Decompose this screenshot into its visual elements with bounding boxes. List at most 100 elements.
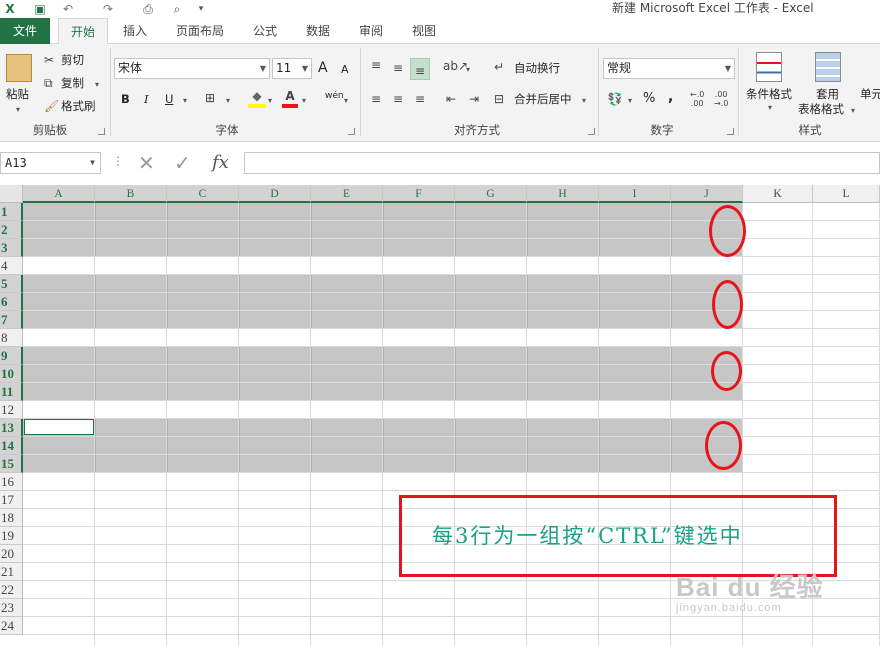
- row-header-1[interactable]: 1: [0, 203, 23, 221]
- underline-button[interactable]: U: [165, 91, 173, 107]
- tab-view[interactable]: 视图: [402, 18, 446, 44]
- column-header-d[interactable]: D: [239, 185, 311, 203]
- name-box[interactable]: A13 ▼: [0, 152, 101, 174]
- merge-center-button[interactable]: 合并后居中: [514, 91, 572, 107]
- scissors-icon[interactable]: ✂: [44, 52, 54, 68]
- paste-button[interactable]: 粘贴: [6, 86, 29, 102]
- font-size-combo[interactable]: 11 ▼: [272, 58, 312, 79]
- redo-icon[interactable]: ↷: [100, 0, 116, 18]
- row-header-24[interactable]: 24: [0, 617, 23, 635]
- tab-home[interactable]: 开始: [58, 18, 108, 45]
- chevron-down-icon[interactable]: ▼: [90, 153, 95, 173]
- format-painter-button[interactable]: 格式刷: [61, 98, 96, 114]
- format-painter-icon[interactable]: 🖌: [44, 98, 59, 114]
- row-header-4[interactable]: 4: [0, 257, 23, 275]
- column-header-a[interactable]: A: [23, 185, 95, 203]
- tab-page-layout[interactable]: 页面布局: [168, 18, 232, 44]
- row-header-19[interactable]: 19: [0, 527, 23, 545]
- font-name-combo[interactable]: 宋体 ▼: [114, 58, 270, 79]
- merge-dropdown-icon[interactable]: ▾: [582, 93, 586, 109]
- phonetic-dropdown-icon[interactable]: ▾: [344, 93, 348, 109]
- bold-button[interactable]: B: [121, 91, 130, 107]
- align-top-icon[interactable]: ≡: [367, 57, 385, 73]
- row-header-7[interactable]: 7: [0, 311, 23, 329]
- comma-button[interactable]: ,: [668, 89, 673, 105]
- align-right-icon[interactable]: ≡: [411, 91, 429, 107]
- increase-decimal-icon[interactable]: ←.0.00: [690, 90, 704, 108]
- copy-icon[interactable]: ⧉: [44, 75, 53, 91]
- fill-color-dropdown-icon[interactable]: ▾: [268, 93, 272, 109]
- tab-formulas[interactable]: 公式: [243, 18, 287, 44]
- phonetic-guide-button[interactable]: wén: [325, 88, 344, 104]
- active-cell[interactable]: [24, 419, 94, 435]
- tab-review[interactable]: 审阅: [349, 18, 393, 44]
- print-preview-icon[interactable]: ⎙: [140, 0, 156, 18]
- row-header-18[interactable]: 18: [0, 509, 23, 527]
- column-header-k[interactable]: K: [743, 185, 813, 203]
- tab-insert[interactable]: 插入: [114, 18, 156, 44]
- column-header-i[interactable]: I: [599, 185, 671, 203]
- align-middle-icon[interactable]: ≡: [389, 60, 407, 76]
- align-bottom-icon[interactable]: ≡: [410, 58, 430, 80]
- copy-button[interactable]: 复制: [61, 75, 84, 91]
- row-header-21[interactable]: 21: [0, 563, 23, 581]
- worksheet-grid[interactable]: 每3行为一组按“CTRL”键选中 Bai du 经验 jingyan.baidu…: [0, 185, 880, 646]
- clipboard-launcher-icon[interactable]: [98, 128, 105, 135]
- font-color-dropdown-icon[interactable]: ▾: [302, 93, 306, 109]
- tab-file[interactable]: 文件: [0, 18, 50, 44]
- align-center-icon[interactable]: ≡: [389, 91, 407, 107]
- accounting-dropdown-icon[interactable]: ▾: [628, 93, 632, 109]
- copy-dropdown-icon[interactable]: ▾: [95, 77, 99, 93]
- row-header-8[interactable]: 8: [0, 329, 23, 347]
- underline-dropdown-icon[interactable]: ▾: [183, 93, 187, 109]
- shrink-font-button[interactable]: A: [341, 62, 349, 78]
- column-header-f[interactable]: F: [383, 185, 455, 203]
- italic-button[interactable]: I: [144, 91, 149, 107]
- row-header-11[interactable]: 11: [0, 383, 23, 401]
- increase-indent-icon[interactable]: ⇥: [465, 91, 483, 107]
- row-header-20[interactable]: 20: [0, 545, 23, 563]
- chevron-down-icon[interactable]: ▼: [260, 59, 266, 78]
- paste-dropdown-icon[interactable]: ▾: [16, 102, 20, 118]
- grow-font-button[interactable]: A: [318, 60, 328, 76]
- paste-icon[interactable]: [6, 54, 32, 82]
- merge-center-icon[interactable]: ⊟: [494, 91, 504, 107]
- borders-icon[interactable]: ⊞: [205, 90, 215, 106]
- align-left-icon[interactable]: ≡: [367, 91, 385, 107]
- search-icon[interactable]: ⌕: [170, 0, 184, 18]
- column-header-j[interactable]: J: [671, 185, 743, 203]
- undo-icon[interactable]: ↶: [60, 0, 76, 18]
- row-header-14[interactable]: 14: [0, 437, 23, 455]
- row-header-15[interactable]: 15: [0, 455, 23, 473]
- more-options-icon[interactable]: ⋮: [112, 154, 124, 168]
- row-header-3[interactable]: 3: [0, 239, 23, 257]
- row-header-22[interactable]: 22: [0, 581, 23, 599]
- row-header-13[interactable]: 13: [0, 419, 23, 437]
- accounting-format-icon[interactable]: 💱: [606, 91, 624, 107]
- table-format-button[interactable]: 表格格式: [798, 101, 844, 117]
- row-header-9[interactable]: 9: [0, 347, 23, 365]
- row-header-23[interactable]: 23: [0, 599, 23, 617]
- column-header-g[interactable]: G: [455, 185, 527, 203]
- font-color-icon[interactable]: A: [282, 88, 298, 108]
- column-header-c[interactable]: C: [167, 185, 239, 203]
- customize-toolbar-icon[interactable]: ▾: [196, 0, 206, 18]
- formula-input[interactable]: [244, 152, 880, 174]
- orientation-icon[interactable]: ab↗: [443, 58, 468, 74]
- column-header-h[interactable]: H: [527, 185, 599, 203]
- column-header-l[interactable]: L: [813, 185, 880, 203]
- row-header-16[interactable]: 16: [0, 473, 23, 491]
- select-all-corner[interactable]: [0, 185, 23, 203]
- number-format-combo[interactable]: 常规 ▼: [603, 58, 735, 79]
- chevron-down-icon[interactable]: ▼: [302, 59, 308, 78]
- table-format-line1[interactable]: 套用: [816, 86, 839, 102]
- chevron-down-icon[interactable]: ▼: [725, 59, 731, 78]
- decrease-indent-icon[interactable]: ⇤: [442, 91, 460, 107]
- conditional-format-icon[interactable]: [756, 52, 782, 82]
- table-format-icon[interactable]: [815, 52, 841, 82]
- font-launcher-icon[interactable]: [348, 128, 355, 135]
- column-header-e[interactable]: E: [311, 185, 383, 203]
- percent-button[interactable]: %: [643, 91, 655, 107]
- decrease-decimal-icon[interactable]: .00 →.0: [714, 90, 728, 108]
- row-header-17[interactable]: 17: [0, 491, 23, 509]
